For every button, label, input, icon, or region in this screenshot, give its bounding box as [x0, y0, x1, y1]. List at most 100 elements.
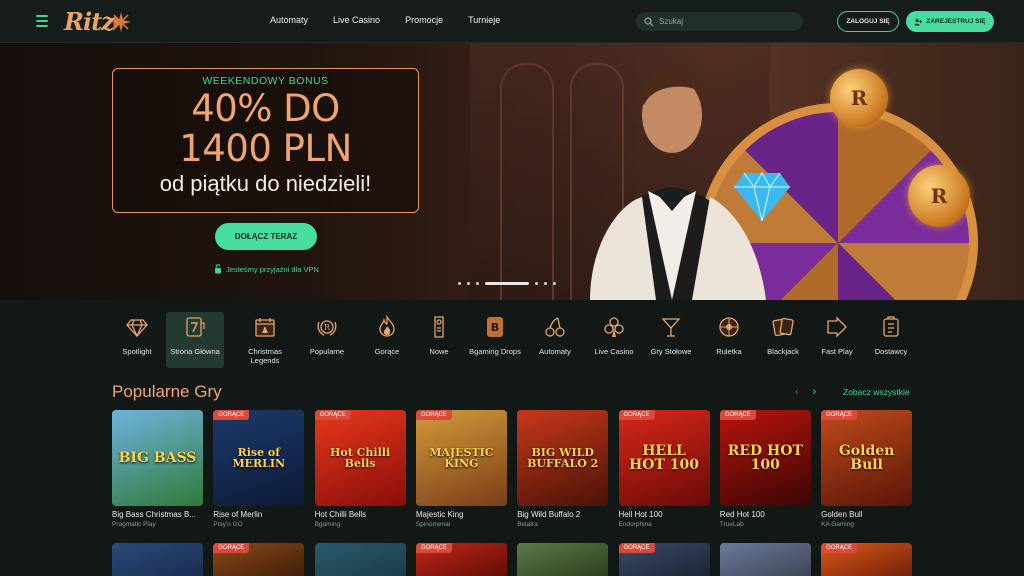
- hot-badge: GORĄCE: [618, 410, 655, 420]
- main-nav: Automaty Live Casino Promocje Turnieje: [270, 15, 525, 25]
- carousel-dot[interactable]: [553, 282, 556, 285]
- category-nowe[interactable]: Nowe: [410, 312, 468, 368]
- hot-badge: GORĄCE: [821, 410, 858, 420]
- game-card[interactable]: GORĄCE Rise of MERLIN Rise of Merlin Play'n…: [213, 410, 305, 528]
- category-bgaming-drops[interactable]: B Bgaming Drops: [466, 312, 524, 368]
- clubs-icon: [604, 317, 624, 337]
- game-name: Majestic King: [415, 510, 464, 519]
- roulette-icon: [719, 317, 739, 337]
- game-thumbnail[interactable]: GORĄCE: [213, 543, 305, 576]
- hot-badge: GORĄCE: [213, 543, 250, 553]
- carousel-dot[interactable]: [535, 282, 538, 285]
- game-provider: Bgaming: [314, 521, 341, 528]
- game-thumbnail[interactable]: GORĄCE Rise of MERLIN: [213, 410, 305, 506]
- game-provider: TrueLab: [719, 521, 744, 528]
- game-thumbnail[interactable]: GORĄCE: [618, 543, 710, 576]
- game-card[interactable]: GORĄCE MAJESTIC KING Majestic King Spinomen…: [415, 410, 507, 528]
- game-thumbnail[interactable]: GORĄCE: [415, 543, 507, 576]
- category-gorące[interactable]: Gorące: [358, 312, 416, 368]
- carousel-dot[interactable]: [458, 282, 461, 285]
- category-label: Dostawcy: [874, 347, 908, 356]
- game-card[interactable]: BIG WILD BUFFALO 2 Big Wild Buffalo 2 Bela…: [517, 410, 609, 528]
- category-live-casino[interactable]: Live Casino: [585, 312, 643, 368]
- game-thumbnail[interactable]: GORĄCE HELL HOT 100: [618, 410, 710, 506]
- game-thumbnail[interactable]: BIG WILD BUFFALO 2: [517, 410, 609, 506]
- carousel-dot[interactable]: [467, 282, 470, 285]
- carousel-dot[interactable]: [476, 282, 479, 285]
- game-name: Big Bass Christmas B...: [112, 510, 197, 519]
- game-card[interactable]: GORĄCE HELL HOT 100 Hell Hot 100 Endorphina: [618, 410, 710, 528]
- category-christmas-legends[interactable]: Christmas Legends: [236, 312, 294, 368]
- game-thumbnail[interactable]: [314, 543, 406, 576]
- game-thumbnail[interactable]: [517, 543, 609, 576]
- promo-subtitle: od piątku do niedzieli!: [159, 171, 372, 196]
- fast-arrow-icon: [827, 316, 847, 338]
- game-art-title: Rise of MERLIN: [232, 446, 286, 470]
- nav-live-casino[interactable]: Live Casino: [333, 15, 380, 25]
- game-card[interactable]: GORĄCE RED HOT 100 Red Hot 100 TrueLab: [719, 410, 811, 528]
- category-spotlight[interactable]: Spotlight: [108, 312, 166, 368]
- category-label: Live Casino: [594, 347, 634, 356]
- promo-box: WEEKENDOWY BONUS 40% DO 1400 PLN od piąt…: [112, 68, 419, 213]
- game-name: Big Wild Buffalo 2: [517, 510, 581, 519]
- game-thumbnail[interactable]: GORĄCE Hot Chilli Bells: [314, 410, 406, 506]
- game-card[interactable]: GORĄCE Hot Chilli Bells Hot Chilli Bells Bg…: [314, 410, 406, 528]
- game-thumbnail[interactable]: GORĄCE Golden Bull: [821, 410, 913, 506]
- game-thumbnail[interactable]: [112, 543, 203, 576]
- login-button[interactable]: ZALOGUJ SIĘ: [837, 11, 899, 32]
- next-arrow-icon[interactable]: ›: [813, 386, 817, 398]
- game-card[interactable]: GORĄCE Golden Bull Golden Bull KA Gaming: [821, 410, 913, 528]
- menu-icon[interactable]: [36, 15, 48, 27]
- join-now-button[interactable]: DOŁĄCZ TERAZ: [215, 223, 317, 250]
- category-label: Nowe: [429, 347, 449, 356]
- category-automaty[interactable]: Automaty: [526, 312, 584, 368]
- hot-badge: GORĄCE: [821, 543, 858, 553]
- game-thumbnail[interactable]: GORĄCE: [821, 543, 913, 576]
- category-strona-główna[interactable]: Strona Główna: [166, 312, 224, 368]
- vpn-note: Jesteśmy przyjaźni dla VPN: [214, 264, 319, 274]
- game-thumbnail[interactable]: GORĄCE MAJESTIC KING: [415, 410, 507, 506]
- vpn-note-text: Jesteśmy przyjaźni dla VPN: [226, 264, 319, 274]
- game-name: Rise of Merlin: [213, 510, 263, 519]
- prev-arrow-icon[interactable]: ‹: [795, 386, 799, 398]
- cocktail-icon: [661, 318, 681, 337]
- carousel-dot[interactable]: [485, 282, 529, 285]
- coin-image: R: [908, 165, 970, 227]
- category-dostawcy[interactable]: Dostawcy: [862, 312, 920, 368]
- nav-promocje[interactable]: Promocje: [405, 15, 443, 25]
- hero-banner[interactable]: R R WEEKENDOWY BONUS 40% DO 1400 PLN od …: [0, 43, 1024, 300]
- cards-icon: [772, 317, 794, 337]
- hot-badge: GORĄCE: [415, 410, 452, 420]
- promo-kicker: WEEKENDOWY BONUS: [202, 75, 329, 87]
- category-ruletka[interactable]: Ruletka: [700, 312, 758, 368]
- register-button[interactable]: ZAREJESTRUJ SIĘ: [906, 11, 994, 32]
- game-name: Hell Hot 100: [618, 510, 663, 519]
- category-gry-stołowe[interactable]: Gry Stołowe: [642, 312, 700, 368]
- carousel-dot[interactable]: [544, 282, 547, 285]
- game-thumbnail[interactable]: GORĄCE RED HOT 100: [719, 410, 811, 506]
- door-tag-icon: [434, 316, 444, 338]
- game-name: Red Hot 100: [719, 510, 765, 519]
- category-label: Bgaming Drops: [469, 347, 521, 356]
- category-label: Gorące: [374, 347, 400, 356]
- category-blackjack[interactable]: Blackjack: [754, 312, 812, 368]
- category-label: Automaty: [539, 347, 571, 356]
- category-label: Gry Stołowe: [650, 347, 692, 356]
- register-label: ZAREJESTRUJ SIĘ: [926, 18, 986, 25]
- game-art-title: BIG BASS: [118, 450, 197, 466]
- search-input[interactable]: [659, 17, 799, 26]
- game-card[interactable]: BIG BASS Big Bass Christmas B... Pragmatic…: [112, 410, 203, 528]
- svg-text:R: R: [324, 323, 331, 332]
- logo[interactable]: Ritz: [64, 7, 115, 36]
- nav-automaty[interactable]: Automaty: [270, 15, 308, 25]
- game-thumbnail[interactable]: [719, 543, 811, 576]
- game-provider: Play'n GO: [213, 521, 243, 528]
- category-fast-play[interactable]: Fast Play: [808, 312, 866, 368]
- game-thumbnail[interactable]: BIG BASS: [112, 410, 203, 506]
- category-popularne[interactable]: R Popularne: [298, 312, 356, 368]
- slot-seven-icon: [186, 317, 205, 337]
- diamond-icon: [126, 319, 148, 338]
- promo-amount-line2: 1400 PLN: [179, 127, 352, 170]
- see-all-link[interactable]: Zobacz wszystkie: [843, 387, 910, 397]
- nav-turnieje[interactable]: Turnieje: [468, 15, 500, 25]
